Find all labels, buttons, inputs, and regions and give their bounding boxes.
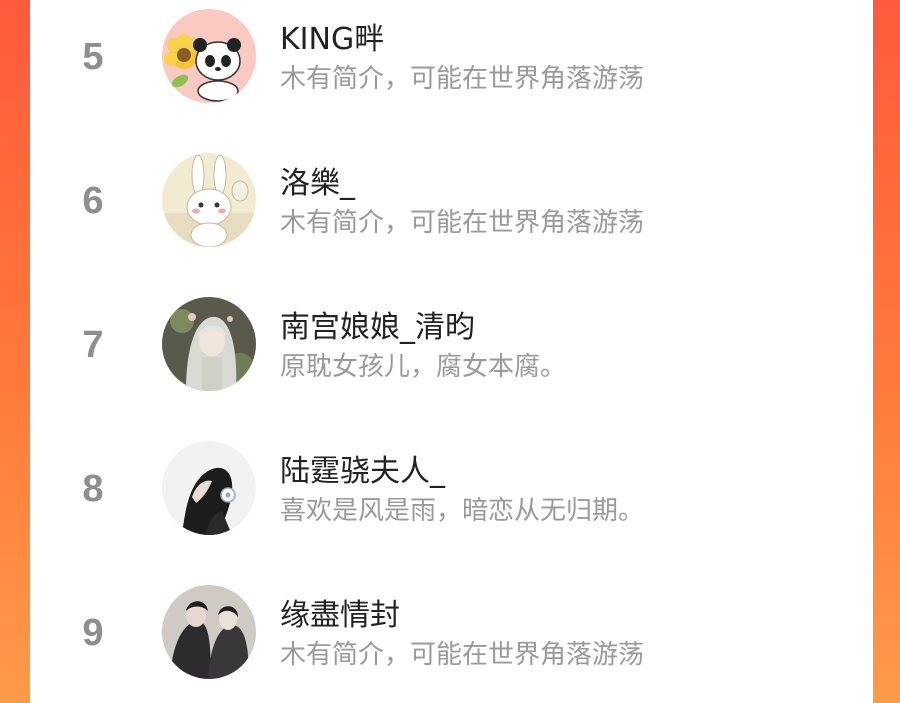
user-name: 缘盡情封 <box>280 598 400 633</box>
anime-girl-avatar-icon[interactable] <box>162 297 256 391</box>
panda-sunflower-avatar-icon[interactable] <box>162 9 256 103</box>
rank-number: 5 <box>82 36 104 78</box>
list-item[interactable]: 6 洛樂_ 木有简介，可能在世界角落游荡 <box>30 144 873 288</box>
user-bio: 原耽女孩儿，腐女本腐。 <box>280 352 567 382</box>
user-name: 南宫娘娘_清昀 <box>280 310 475 345</box>
ranking-list: 5 KING畔 木有简介，可能在世界角落游荡 6 洛樂_ 木有简介，可能在世界角… <box>30 0 873 703</box>
bunny-avatar-icon[interactable] <box>162 153 256 247</box>
user-bio: 木有简介，可能在世界角落游荡 <box>280 64 645 94</box>
user-bio: 木有简介，可能在世界角落游荡 <box>280 640 645 670</box>
rank-number: 6 <box>82 180 104 222</box>
rank-number: 7 <box>82 324 104 366</box>
couple-avatar-icon[interactable] <box>162 585 256 679</box>
list-item[interactable]: 8 陆霆骁夫人_ 喜欢是风是雨，暗恋从无归期。 <box>30 432 873 576</box>
user-name: 陆霆骁夫人_ <box>280 454 445 489</box>
user-name: KING畔 <box>280 22 385 57</box>
list-item[interactable]: 7 南宫娘娘_清昀 原耽女孩儿，腐女本腐。 <box>30 288 873 432</box>
user-bio: 喜欢是风是雨，暗恋从无归期。 <box>280 496 645 526</box>
rank-number: 8 <box>82 468 104 510</box>
woman-profile-avatar-icon[interactable] <box>162 441 256 535</box>
ranking-screen: 5 KING畔 木有简介，可能在世界角落游荡 6 洛樂_ 木有简介，可能在世界角… <box>0 0 900 703</box>
list-item[interactable]: 5 KING畔 木有简介，可能在世界角落游荡 <box>30 0 873 144</box>
rank-number: 9 <box>82 612 104 654</box>
user-bio: 木有简介，可能在世界角落游荡 <box>280 208 645 238</box>
user-name: 洛樂_ <box>280 166 355 201</box>
list-item[interactable]: 9 缘盡情封 木有简介，可能在世界角落游荡 <box>30 576 873 703</box>
